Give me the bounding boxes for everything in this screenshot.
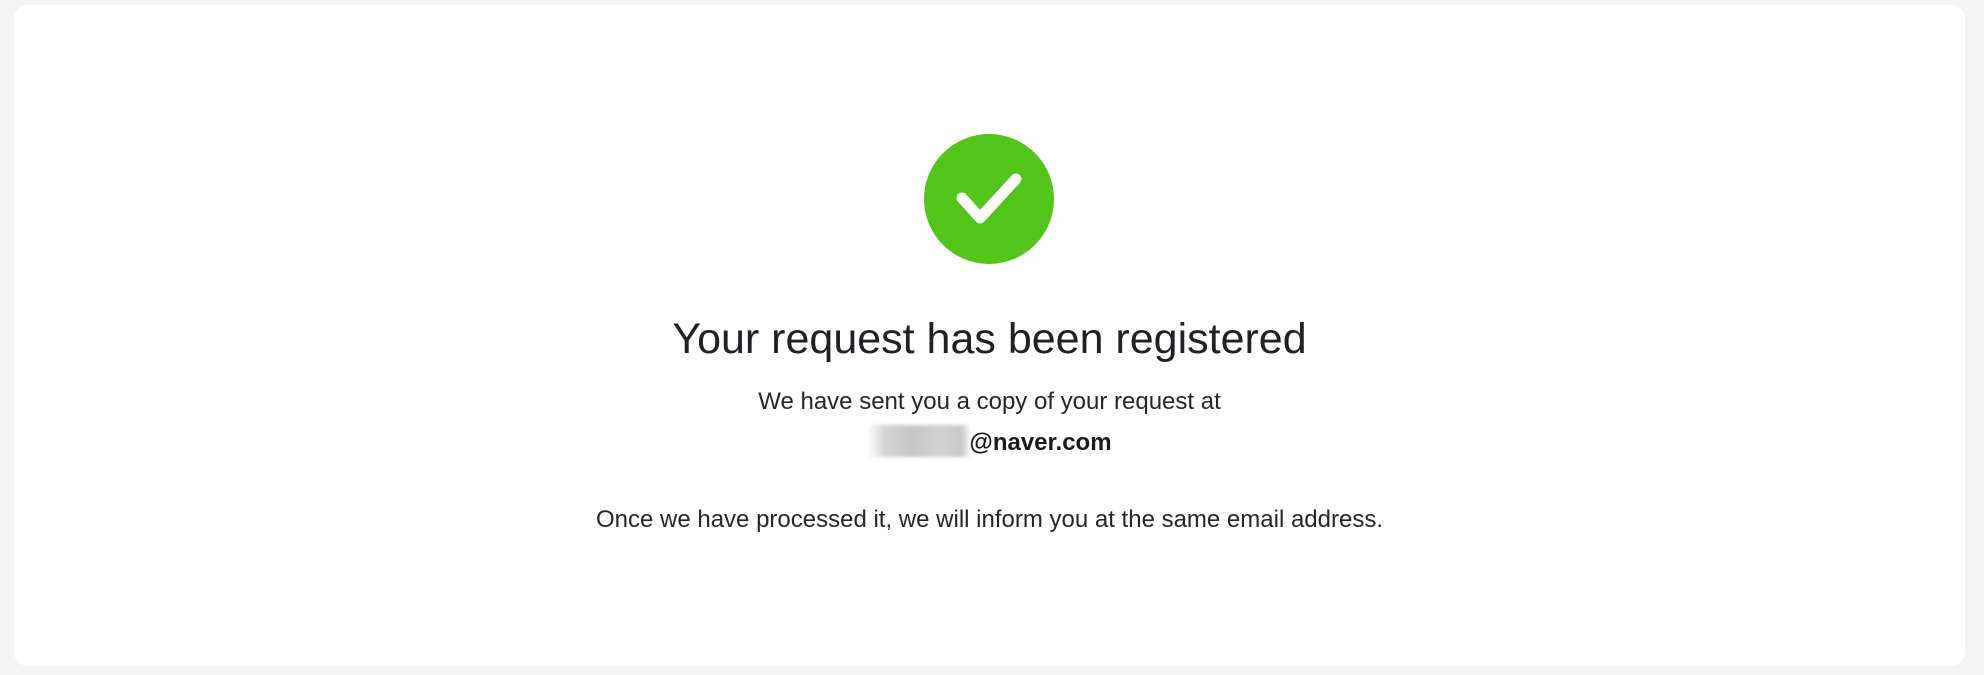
inform-text: Once we have processed it, we will infor… — [595, 506, 1384, 533]
page-title: Your request has been registered — [672, 315, 1307, 363]
email-domain: @naver.com — [969, 429, 1112, 456]
sent-copy-text: We have sent you a copy of your request … — [758, 388, 1221, 415]
confirmation-card: Your request has been registered We have… — [14, 5, 1965, 666]
email-address: @naver.com — [14, 425, 1965, 460]
redacted-email-username — [867, 425, 970, 457]
check-circle-icon — [924, 134, 1054, 264]
checkmark-icon — [956, 173, 1022, 224]
